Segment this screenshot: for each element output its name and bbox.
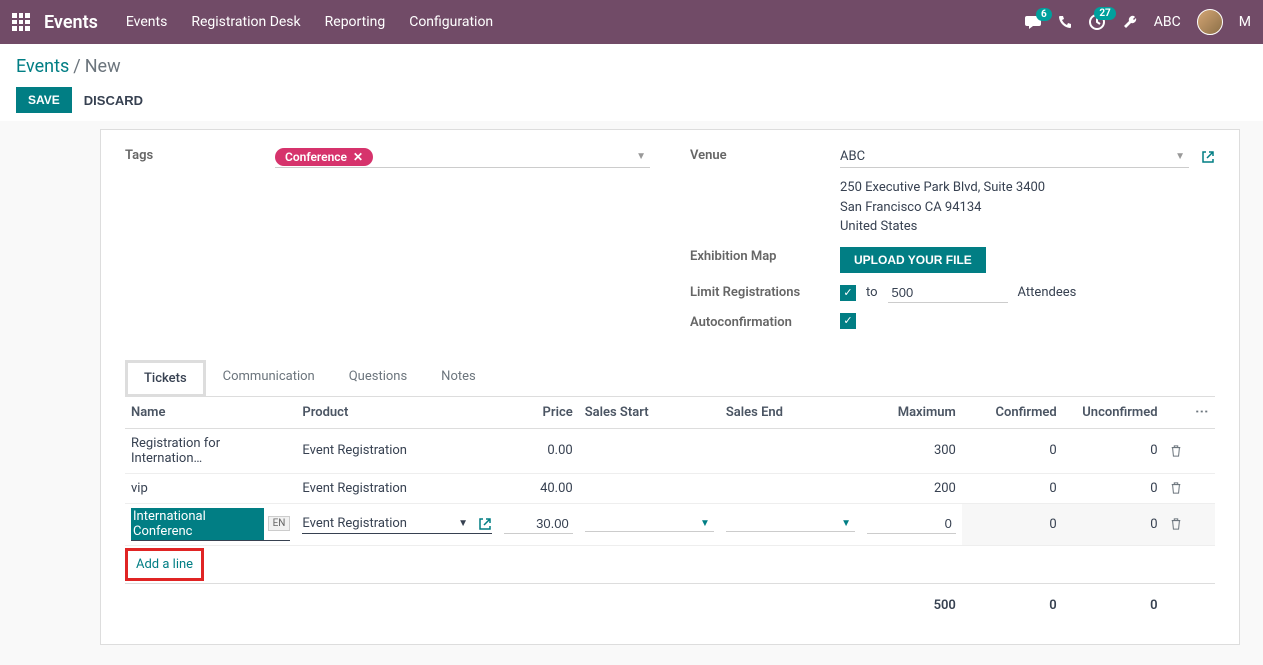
ticket-name-input[interactable]: International Conferenc EN — [131, 508, 290, 541]
tag-conference[interactable]: Conference ✕ — [275, 148, 373, 166]
total-maximum: 500 — [861, 583, 962, 620]
avatar[interactable] — [1197, 9, 1223, 35]
venue-name: ABC — [840, 149, 865, 164]
trash-icon[interactable] — [1170, 445, 1182, 457]
venue-label: Venue — [690, 146, 840, 163]
exhibition-map-label: Exhibition Map — [690, 247, 840, 264]
limit-registrations-checkbox[interactable]: ✓ — [840, 285, 856, 301]
breadcrumb: Events/New — [16, 56, 1247, 77]
tickets-table: Name Product Price Sales Start Sales End… — [125, 397, 1215, 620]
menu-reporting[interactable]: Reporting — [325, 14, 386, 30]
tab-questions[interactable]: Questions — [332, 360, 424, 397]
limit-registrations-label: Limit Registrations — [690, 283, 840, 300]
sales-start-input[interactable]: ▼ — [585, 516, 714, 532]
form-right-col: Venue ABC ▼ 250 Executive Park Blvd, Sui… — [690, 146, 1215, 340]
chevron-down-icon: ▼ — [841, 518, 851, 529]
add-line-link[interactable]: Add a line — [125, 548, 204, 581]
col-price[interactable]: Price — [498, 397, 579, 429]
activities-badge: 27 — [1094, 7, 1115, 20]
col-sales-start[interactable]: Sales Start — [579, 397, 720, 429]
product-select[interactable]: Event Registration ▼ — [302, 514, 492, 534]
venue-address: 250 Executive Park Blvd, Suite 3400 San … — [840, 178, 1215, 237]
form-sheet: Tags Conference ✕ ▼ Venue ABC — [100, 129, 1240, 645]
tab-notes[interactable]: Notes — [424, 360, 493, 397]
price-input[interactable] — [504, 514, 573, 534]
tab-communication[interactable]: Communication — [206, 360, 332, 397]
breadcrumb-current: New — [85, 56, 121, 77]
table-row[interactable]: vip Event Registration 40.00 200 0 0 — [125, 473, 1215, 503]
total-unconfirmed: 0 — [1063, 583, 1164, 620]
tags-field[interactable]: Conference ✕ ▼ — [275, 146, 650, 168]
apps-icon[interactable] — [12, 13, 30, 31]
tag-remove-icon[interactable]: ✕ — [353, 150, 363, 164]
maximum-input[interactable] — [867, 514, 956, 534]
breadcrumb-root[interactable]: Events — [16, 56, 69, 77]
nav-menu: Events Registration Desk Reporting Confi… — [126, 14, 1024, 30]
total-confirmed: 0 — [962, 583, 1063, 620]
trash-icon[interactable] — [1170, 482, 1182, 494]
user-name[interactable]: ABC — [1154, 14, 1181, 30]
tools-icon[interactable] — [1122, 14, 1138, 30]
menu-events[interactable]: Events — [126, 14, 167, 30]
sales-end-input[interactable]: ▼ — [726, 516, 855, 532]
user-suffix: M — [1239, 14, 1251, 30]
col-maximum[interactable]: Maximum — [861, 397, 962, 429]
table-row-editing[interactable]: International Conferenc EN Event Registr… — [125, 503, 1215, 545]
col-sales-end[interactable]: Sales End — [720, 397, 861, 429]
limit-suffix: Attendees — [1018, 285, 1077, 300]
trash-icon[interactable] — [1170, 518, 1182, 530]
col-product[interactable]: Product — [296, 397, 498, 429]
limit-value-input[interactable] — [888, 283, 1008, 303]
table-options-icon[interactable]: ⋮ — [1194, 405, 1209, 416]
chevron-down-icon[interactable]: ▼ — [454, 518, 472, 529]
phone-icon[interactable] — [1058, 15, 1072, 29]
venue-field[interactable]: ABC ▼ — [840, 146, 1189, 168]
chevron-down-icon[interactable]: ▼ — [1171, 151, 1189, 162]
add-line-row: Add a line — [125, 545, 1215, 583]
external-link-icon[interactable] — [478, 517, 492, 531]
tab-bar: Tickets Communication Questions Notes — [125, 360, 1215, 397]
tags-label: Tags — [125, 146, 275, 163]
form-left-col: Tags Conference ✕ ▼ — [125, 146, 650, 340]
totals-row: 500 0 0 — [125, 583, 1215, 620]
messages-icon[interactable]: 6 — [1024, 14, 1042, 30]
messages-badge: 6 — [1036, 8, 1052, 21]
topbar-right: 6 27 ABC M — [1024, 9, 1251, 35]
menu-registration-desk[interactable]: Registration Desk — [191, 14, 300, 30]
upload-file-button[interactable]: UPLOAD YOUR FILE — [840, 247, 986, 273]
autoconfirmation-checkbox[interactable]: ✓ — [840, 313, 856, 329]
external-link-icon[interactable] — [1201, 150, 1215, 164]
top-navbar: Events Events Registration Desk Reportin… — [0, 0, 1263, 44]
col-confirmed[interactable]: Confirmed — [962, 397, 1063, 429]
tab-tickets[interactable]: Tickets — [125, 360, 206, 397]
activities-icon[interactable]: 27 — [1088, 13, 1106, 31]
table-row[interactable]: Registration for Internation… Event Regi… — [125, 428, 1215, 473]
col-unconfirmed[interactable]: Unconfirmed — [1063, 397, 1164, 429]
page-header: Events/New SAVE DISCARD — [0, 44, 1263, 121]
menu-configuration[interactable]: Configuration — [409, 14, 493, 30]
limit-to-text: to — [866, 285, 878, 300]
autoconfirmation-label: Autoconfirmation — [690, 313, 840, 330]
chevron-down-icon[interactable]: ▼ — [632, 151, 650, 162]
lang-button[interactable]: EN — [268, 516, 291, 531]
save-button[interactable]: SAVE — [16, 87, 72, 113]
col-name[interactable]: Name — [125, 397, 296, 429]
chevron-down-icon: ▼ — [700, 518, 710, 529]
app-brand[interactable]: Events — [44, 12, 98, 33]
discard-button[interactable]: DISCARD — [84, 93, 143, 108]
